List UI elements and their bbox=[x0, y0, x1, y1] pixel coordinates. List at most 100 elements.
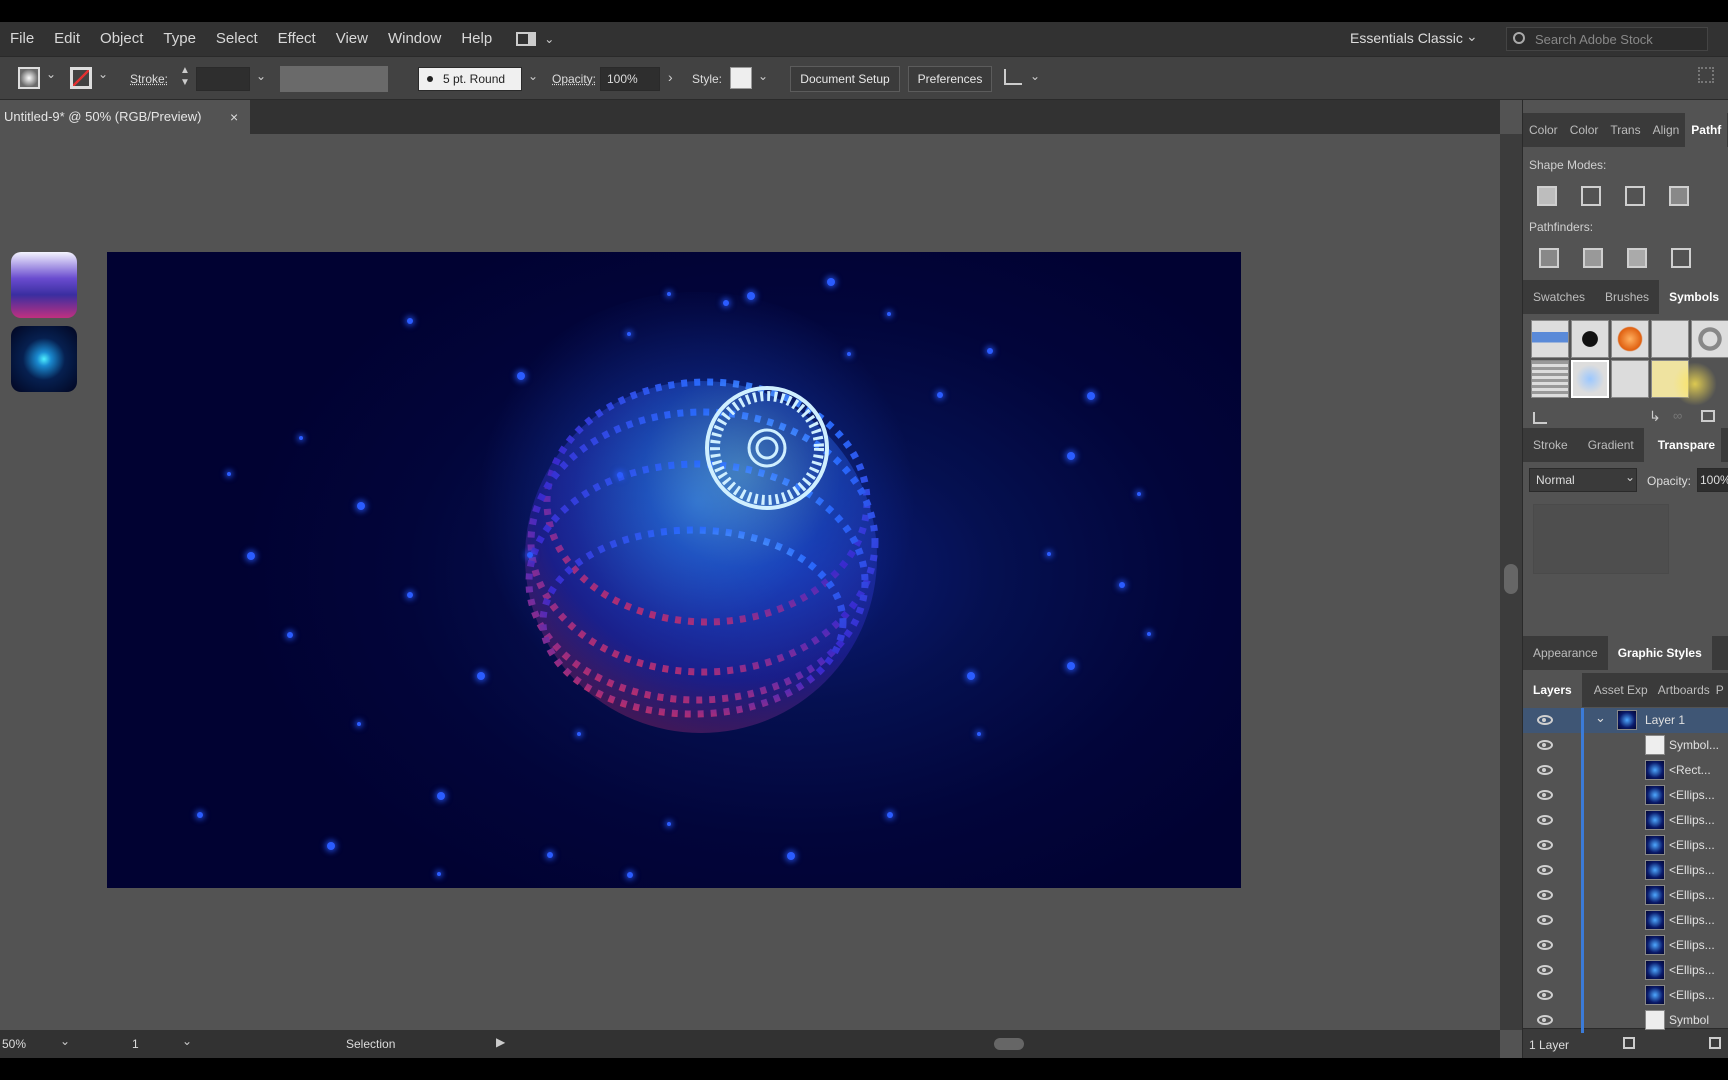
layer-name[interactable]: <Ellips... bbox=[1669, 813, 1715, 827]
zoom-chevron-icon[interactable]: ⌄ bbox=[60, 1034, 70, 1048]
tab-color-guide[interactable]: Color bbox=[1564, 113, 1605, 147]
blend-mode-select[interactable]: Normal bbox=[1529, 468, 1637, 492]
symbol-options-icon[interactable] bbox=[1701, 410, 1715, 422]
visibility-eye-icon[interactable] bbox=[1537, 990, 1553, 1000]
layer-row[interactable]: <Ellips... bbox=[1523, 858, 1728, 883]
opacity-mask-preview[interactable] bbox=[1533, 504, 1669, 574]
tab-symbols[interactable]: Symbols bbox=[1659, 280, 1728, 314]
tab-brushes[interactable]: Brushes bbox=[1595, 280, 1659, 314]
chevron-down-icon[interactable]: ⌄ bbox=[544, 32, 554, 46]
brush-chevron-icon[interactable]: ⌄ bbox=[528, 69, 538, 83]
layer-row-layer-1[interactable]: ⌄ Layer 1 bbox=[1523, 708, 1728, 733]
preferences-button[interactable]: Preferences bbox=[908, 66, 992, 92]
document-tab[interactable]: Untitled-9* @ 50% (RGB/Preview) × bbox=[0, 100, 250, 134]
visibility-eye-icon[interactable] bbox=[1537, 840, 1553, 850]
zoom-level[interactable]: 50% bbox=[2, 1037, 26, 1051]
layer-row[interactable]: <Ellips... bbox=[1523, 933, 1728, 958]
trim-icon[interactable] bbox=[1583, 248, 1603, 268]
visibility-eye-icon[interactable] bbox=[1537, 940, 1553, 950]
tab-properties[interactable]: P bbox=[1714, 673, 1726, 707]
menu-select[interactable]: Select bbox=[206, 22, 268, 56]
unite-icon[interactable] bbox=[1537, 186, 1557, 206]
layer-name[interactable]: <Ellips... bbox=[1669, 888, 1715, 902]
stroke-swatch[interactable] bbox=[70, 67, 92, 89]
new-layer-icon[interactable] bbox=[1709, 1037, 1721, 1049]
layer-row[interactable]: Symbol bbox=[1523, 1008, 1728, 1033]
layer-name[interactable]: <Ellips... bbox=[1669, 988, 1715, 1002]
workspace-switcher[interactable]: Essentials Classic bbox=[1350, 30, 1463, 46]
artboard-number[interactable]: 1 bbox=[132, 1037, 139, 1051]
layer-row[interactable]: <Ellips... bbox=[1523, 833, 1728, 858]
place-symbol-icon[interactable]: ↳ bbox=[1649, 408, 1661, 425]
tab-stroke[interactable]: Stroke bbox=[1523, 428, 1578, 462]
fill-swatch[interactable] bbox=[18, 67, 40, 89]
break-link-icon[interactable]: ∞ bbox=[1673, 408, 1682, 423]
canvas-vertical-scrollbar[interactable] bbox=[1500, 134, 1522, 1030]
intersect-icon[interactable] bbox=[1625, 186, 1645, 206]
tab-color[interactable]: Color bbox=[1523, 113, 1564, 147]
tab-align[interactable]: Align bbox=[1647, 113, 1686, 147]
stroke-weight-chevron-icon[interactable]: ⌄ bbox=[256, 69, 266, 83]
visibility-eye-icon[interactable] bbox=[1537, 965, 1553, 975]
symbol-blue-glow[interactable] bbox=[1571, 360, 1609, 398]
document-setup-button[interactable]: Document Setup bbox=[790, 66, 900, 92]
search-input[interactable]: Search Adobe Stock bbox=[1535, 32, 1653, 47]
merge-icon[interactable] bbox=[1627, 248, 1647, 268]
layer-row[interactable]: <Ellips... bbox=[1523, 808, 1728, 833]
stroke-chevron-icon[interactable]: ⌄ bbox=[98, 67, 108, 81]
style-swatch[interactable] bbox=[730, 67, 752, 89]
glow-swatch-thumbnail[interactable] bbox=[11, 326, 77, 392]
visibility-eye-icon[interactable] bbox=[1537, 865, 1553, 875]
visibility-eye-icon[interactable] bbox=[1537, 815, 1553, 825]
brush-definition[interactable]: 5 pt. Round bbox=[418, 67, 522, 91]
layer-row[interactable]: <Ellips... bbox=[1523, 983, 1728, 1008]
arrange-documents-icon[interactable] bbox=[516, 32, 537, 46]
stock-search-box[interactable]: Search Adobe Stock bbox=[1506, 27, 1708, 51]
tab-swatches[interactable]: Swatches bbox=[1523, 280, 1595, 314]
divide-icon[interactable] bbox=[1539, 248, 1559, 268]
layer-row[interactable]: <Ellips... bbox=[1523, 908, 1728, 933]
horizontal-scroll-thumb[interactable] bbox=[994, 1038, 1024, 1050]
symbol-libraries-icon[interactable] bbox=[1533, 412, 1547, 424]
menu-help[interactable]: Help bbox=[451, 22, 502, 56]
layer-name[interactable]: Layer 1 bbox=[1645, 713, 1685, 727]
align-icon[interactable] bbox=[1004, 69, 1022, 85]
blend-mode-chevron-icon[interactable]: ⌄ bbox=[1625, 470, 1635, 484]
crop-icon[interactable] bbox=[1671, 248, 1691, 268]
symbol-grid[interactable] bbox=[1531, 360, 1569, 398]
exclude-icon[interactable] bbox=[1669, 186, 1689, 206]
close-icon[interactable]: × bbox=[230, 100, 238, 134]
tab-appearance[interactable]: Appearance bbox=[1523, 636, 1608, 670]
layer-name[interactable]: <Ellips... bbox=[1669, 963, 1715, 977]
layer-name[interactable]: Symbol bbox=[1669, 1013, 1709, 1027]
minus-front-icon[interactable] bbox=[1581, 186, 1601, 206]
layer-row[interactable]: <Rect... bbox=[1523, 758, 1728, 783]
stroke-stepper[interactable]: ▲ ▼ bbox=[180, 65, 190, 89]
layer-name[interactable]: <Ellips... bbox=[1669, 788, 1715, 802]
tab-transform[interactable]: Trans bbox=[1604, 113, 1646, 147]
menu-object[interactable]: Object bbox=[90, 22, 153, 56]
transparency-opacity-field[interactable]: 100% bbox=[1697, 468, 1728, 492]
symbol-orange-sphere[interactable] bbox=[1611, 320, 1649, 358]
layer-name[interactable]: <Ellips... bbox=[1669, 913, 1715, 927]
opacity-arrow-icon[interactable]: › bbox=[668, 69, 673, 85]
tab-graphic-styles[interactable]: Graphic Styles bbox=[1607, 636, 1712, 670]
artboard-chevron-icon[interactable]: ⌄ bbox=[182, 1034, 192, 1048]
menu-file[interactable]: File bbox=[0, 22, 44, 56]
visibility-eye-icon[interactable] bbox=[1537, 915, 1553, 925]
variable-width-profile[interactable] bbox=[280, 66, 388, 92]
menu-effect[interactable]: Effect bbox=[268, 22, 326, 56]
tab-pathfinder[interactable]: Pathf bbox=[1685, 113, 1728, 147]
menu-window[interactable]: Window bbox=[378, 22, 451, 56]
layer-row[interactable]: <Ellips... bbox=[1523, 883, 1728, 908]
style-chevron-icon[interactable]: ⌄ bbox=[758, 69, 768, 83]
layer-row[interactable]: Symbol... bbox=[1523, 733, 1728, 758]
scroll-thumb[interactable] bbox=[1504, 564, 1518, 594]
visibility-eye-icon[interactable] bbox=[1537, 715, 1553, 725]
status-menu-arrow-icon[interactable]: ▶ bbox=[496, 1035, 505, 1049]
visibility-eye-icon[interactable] bbox=[1537, 1015, 1553, 1025]
symbol-corner[interactable] bbox=[1651, 320, 1689, 358]
layer-name[interactable]: <Rect... bbox=[1669, 763, 1711, 777]
align-chevron-icon[interactable]: ⌄ bbox=[1030, 69, 1040, 83]
layer-name[interactable]: <Ellips... bbox=[1669, 838, 1715, 852]
